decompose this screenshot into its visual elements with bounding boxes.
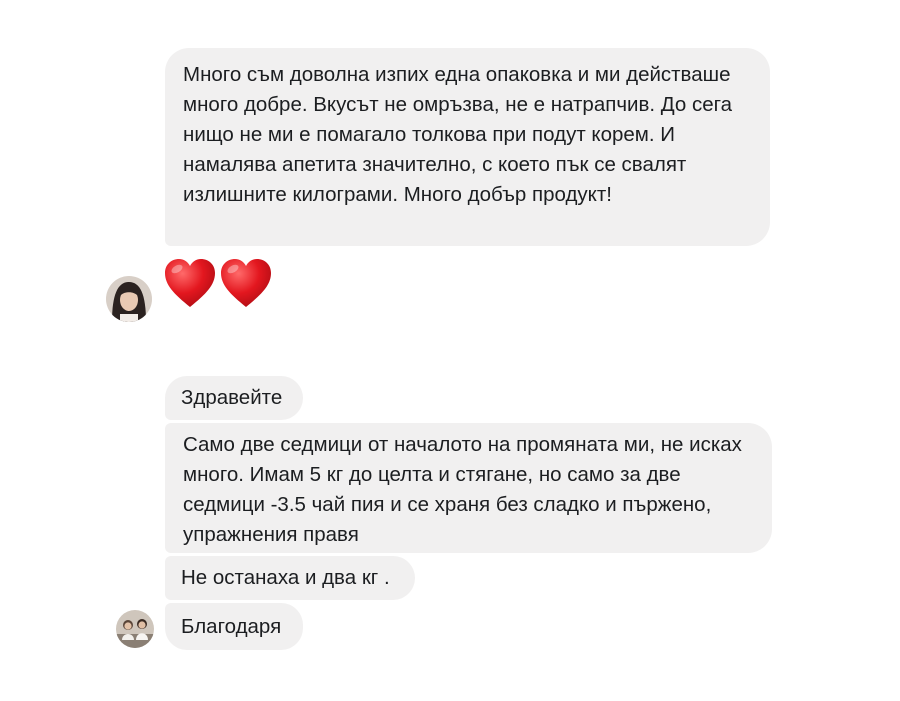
avatar[interactable]	[106, 276, 152, 322]
heart-icon	[162, 256, 218, 316]
heart-icon	[218, 256, 274, 316]
message-bubble: Само две седмици от началото на промянат…	[165, 423, 772, 553]
message-bubble: Здравейте	[165, 376, 303, 420]
hearts-reaction	[162, 256, 274, 316]
message-bubble: Не останаха и два кг .	[165, 556, 415, 600]
avatar[interactable]	[116, 610, 154, 648]
message-bubble: Благодаря	[165, 603, 303, 650]
message-bubble: Много съм доволна изпих една опаковка и …	[165, 48, 770, 246]
